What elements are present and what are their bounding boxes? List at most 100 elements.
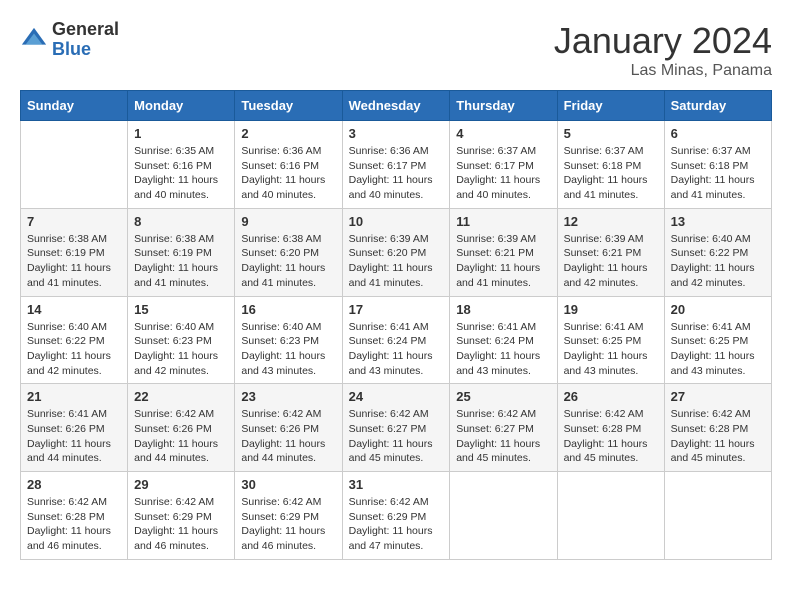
sunrise-text: Sunrise: 6:37 AM (671, 144, 765, 159)
sunrise-text: Sunrise: 6:41 AM (671, 320, 765, 335)
day-number: 5 (564, 126, 658, 141)
calendar-cell: 12Sunrise: 6:39 AMSunset: 6:21 PMDayligh… (557, 208, 664, 296)
sunset-text: Sunset: 6:26 PM (134, 422, 228, 437)
sunrise-text: Sunrise: 6:42 AM (349, 407, 444, 422)
day-info: Sunrise: 6:38 AMSunset: 6:19 PMDaylight:… (134, 232, 228, 291)
week-row-2: 14Sunrise: 6:40 AMSunset: 6:22 PMDayligh… (21, 296, 772, 384)
sunset-text: Sunset: 6:25 PM (671, 334, 765, 349)
title-block: January 2024 Las Minas, Panama (554, 20, 772, 80)
calendar-cell: 8Sunrise: 6:38 AMSunset: 6:19 PMDaylight… (128, 208, 235, 296)
sunset-text: Sunset: 6:22 PM (27, 334, 121, 349)
sunrise-text: Sunrise: 6:40 AM (134, 320, 228, 335)
header-cell-thursday: Thursday (450, 91, 557, 121)
daylight-text: Daylight: 11 hours and 41 minutes. (564, 173, 658, 202)
day-info: Sunrise: 6:38 AMSunset: 6:20 PMDaylight:… (241, 232, 335, 291)
sunrise-text: Sunrise: 6:40 AM (27, 320, 121, 335)
logo-general: General (52, 20, 119, 40)
day-number: 31 (349, 477, 444, 492)
logo: General Blue (20, 20, 119, 60)
day-info: Sunrise: 6:41 AMSunset: 6:25 PMDaylight:… (671, 320, 765, 379)
daylight-text: Daylight: 11 hours and 44 minutes. (27, 437, 121, 466)
daylight-text: Daylight: 11 hours and 47 minutes. (349, 524, 444, 553)
daylight-text: Daylight: 11 hours and 41 minutes. (671, 173, 765, 202)
calendar-cell: 13Sunrise: 6:40 AMSunset: 6:22 PMDayligh… (664, 208, 771, 296)
day-info: Sunrise: 6:42 AMSunset: 6:29 PMDaylight:… (349, 495, 444, 554)
day-number: 1 (134, 126, 228, 141)
daylight-text: Daylight: 11 hours and 43 minutes. (671, 349, 765, 378)
sunrise-text: Sunrise: 6:41 AM (27, 407, 121, 422)
day-number: 19 (564, 302, 658, 317)
day-number: 3 (349, 126, 444, 141)
calendar-cell: 9 Sunrise: 6:38 AMSunset: 6:20 PMDaylight… (235, 208, 342, 296)
day-info: Sunrise: 6:42 AMSunset: 6:28 PMDaylight:… (564, 407, 658, 466)
day-info: Sunrise: 6:40 AMSunset: 6:23 PMDaylight:… (241, 320, 335, 379)
daylight-text: Daylight: 11 hours and 45 minutes. (671, 437, 765, 466)
day-info: Sunrise: 6:42 AMSunset: 6:28 PMDaylight:… (27, 495, 121, 554)
sunrise-text: Sunrise: 6:39 AM (349, 232, 444, 247)
daylight-text: Daylight: 11 hours and 45 minutes. (456, 437, 550, 466)
calendar-cell: 30Sunrise: 6:42 AMSunset: 6:29 PMDayligh… (235, 472, 342, 560)
calendar-cell (664, 472, 771, 560)
month-title: January 2024 (554, 20, 772, 62)
sunset-text: Sunset: 6:29 PM (349, 510, 444, 525)
day-number: 11 (456, 214, 550, 229)
sunset-text: Sunset: 6:17 PM (349, 159, 444, 174)
header-cell-monday: Monday (128, 91, 235, 121)
day-number: 10 (349, 214, 444, 229)
daylight-text: Daylight: 11 hours and 43 minutes. (349, 349, 444, 378)
sunrise-text: Sunrise: 6:38 AM (241, 232, 335, 247)
sunset-text: Sunset: 6:19 PM (27, 246, 121, 261)
week-row-1: 7Sunrise: 6:38 AMSunset: 6:19 PMDaylight… (21, 208, 772, 296)
day-info: Sunrise: 6:42 AMSunset: 6:26 PMDaylight:… (134, 407, 228, 466)
sunset-text: Sunset: 6:27 PM (456, 422, 550, 437)
sunset-text: Sunset: 6:29 PM (134, 510, 228, 525)
sunset-text: Sunset: 6:24 PM (456, 334, 550, 349)
calendar-cell: 17Sunrise: 6:41 AMSunset: 6:24 PMDayligh… (342, 296, 450, 384)
sunrise-text: Sunrise: 6:42 AM (134, 495, 228, 510)
day-info: Sunrise: 6:42 AMSunset: 6:29 PMDaylight:… (241, 495, 335, 554)
day-number: 15 (134, 302, 228, 317)
sunset-text: Sunset: 6:20 PM (241, 246, 335, 261)
sunrise-text: Sunrise: 6:42 AM (456, 407, 550, 422)
calendar-cell: 14Sunrise: 6:40 AMSunset: 6:22 PMDayligh… (21, 296, 128, 384)
daylight-text: Daylight: 11 hours and 41 minutes. (241, 261, 335, 290)
sunset-text: Sunset: 6:28 PM (27, 510, 121, 525)
sunset-text: Sunset: 6:28 PM (671, 422, 765, 437)
page-header: General Blue January 2024 Las Minas, Pan… (20, 20, 772, 80)
sunrise-text: Sunrise: 6:42 AM (564, 407, 658, 422)
header-cell-wednesday: Wednesday (342, 91, 450, 121)
calendar-cell: 2Sunrise: 6:36 AMSunset: 6:16 PMDaylight… (235, 121, 342, 209)
daylight-text: Daylight: 11 hours and 41 minutes. (27, 261, 121, 290)
calendar-table: SundayMondayTuesdayWednesdayThursdayFrid… (20, 90, 772, 560)
sunset-text: Sunset: 6:27 PM (349, 422, 444, 437)
calendar-cell: 18Sunrise: 6:41 AMSunset: 6:24 PMDayligh… (450, 296, 557, 384)
sunrise-text: Sunrise: 6:42 AM (27, 495, 121, 510)
calendar-cell: 22 Sunrise: 6:42 AMSunset: 6:26 PMDayligh… (128, 384, 235, 472)
daylight-text: Daylight: 11 hours and 45 minutes. (564, 437, 658, 466)
day-number: 4 (456, 126, 550, 141)
calendar-cell (557, 472, 664, 560)
day-info: Sunrise: 6:41 AMSunset: 6:25 PMDaylight:… (564, 320, 658, 379)
header-row: SundayMondayTuesdayWednesdayThursdayFrid… (21, 91, 772, 121)
daylight-text: Daylight: 11 hours and 45 minutes. (349, 437, 444, 466)
calendar-cell (450, 472, 557, 560)
day-info: Sunrise: 6:41 AMSunset: 6:24 PMDaylight:… (456, 320, 550, 379)
sunset-text: Sunset: 6:26 PM (27, 422, 121, 437)
daylight-text: Daylight: 11 hours and 40 minutes. (456, 173, 550, 202)
calendar-cell: 27Sunrise: 6:42 AMSunset: 6:28 PMDayligh… (664, 384, 771, 472)
sunset-text: Sunset: 6:28 PM (564, 422, 658, 437)
day-number: 9 (241, 214, 335, 229)
daylight-text: Daylight: 11 hours and 43 minutes. (456, 349, 550, 378)
calendar-cell: 29Sunrise: 6:42 AMSunset: 6:29 PMDayligh… (128, 472, 235, 560)
daylight-text: Daylight: 11 hours and 46 minutes. (27, 524, 121, 553)
logo-icon (20, 26, 48, 54)
daylight-text: Daylight: 11 hours and 41 minutes. (349, 261, 444, 290)
sunset-text: Sunset: 6:19 PM (134, 246, 228, 261)
calendar-cell: 23Sunrise: 6:42 AMSunset: 6:26 PMDayligh… (235, 384, 342, 472)
sunrise-text: Sunrise: 6:42 AM (241, 495, 335, 510)
sunset-text: Sunset: 6:17 PM (456, 159, 550, 174)
daylight-text: Daylight: 11 hours and 44 minutes. (134, 437, 228, 466)
day-number: 22 (134, 389, 228, 404)
day-info: Sunrise: 6:39 AMSunset: 6:21 PMDaylight:… (456, 232, 550, 291)
day-number: 25 (456, 389, 550, 404)
